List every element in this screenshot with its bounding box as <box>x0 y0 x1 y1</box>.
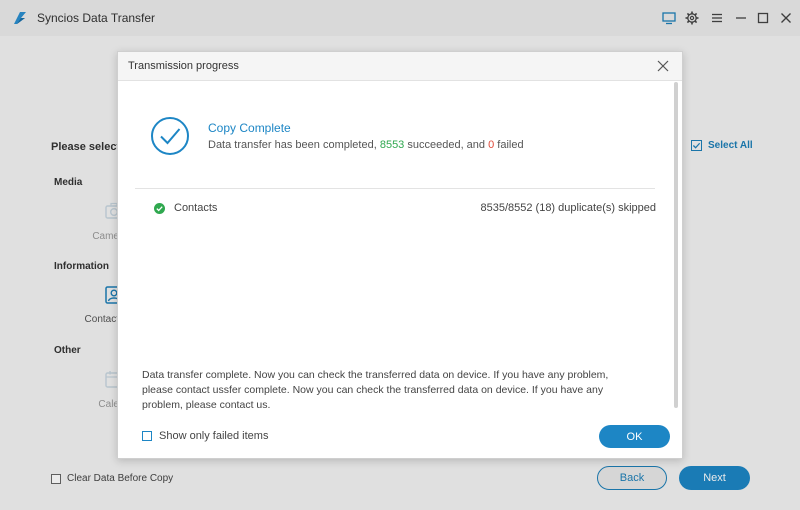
complete-check-icon <box>150 116 190 156</box>
dialog-title: Transmission progress <box>128 60 239 72</box>
success-check-icon <box>154 203 165 214</box>
checkbox-unchecked-icon <box>142 431 152 441</box>
ok-button[interactable]: OK <box>599 425 670 448</box>
completion-note: Data transfer complete. Now you can chec… <box>142 369 609 411</box>
status-title: Copy Complete <box>208 121 291 135</box>
result-name: Contacts <box>174 202 218 214</box>
result-stat: 8535/8552 (18) duplicate(s) skipped <box>480 202 656 214</box>
status-message-suffix: failed <box>494 139 524 151</box>
dialog-close-icon[interactable] <box>656 59 670 73</box>
result-row: Contacts 8535/8552 (18) duplicate(s) ski… <box>154 202 656 216</box>
dialog-scrollbar[interactable] <box>674 82 678 408</box>
transmission-dialog: Transmission progress Copy Complete Data… <box>117 51 683 459</box>
show-failed-label: Show only failed items <box>159 430 269 442</box>
divider <box>135 188 655 189</box>
dialog-header: Transmission progress <box>118 52 682 81</box>
status-message: Data transfer has been completed, 8553 s… <box>208 139 524 151</box>
show-failed-checkbox[interactable]: Show only failed items <box>142 430 268 442</box>
status-message-mid: succeeded, and <box>404 139 489 151</box>
succeeded-count: 8553 <box>379 139 405 151</box>
status-message-prefix: Data transfer has been completed, <box>208 139 380 151</box>
